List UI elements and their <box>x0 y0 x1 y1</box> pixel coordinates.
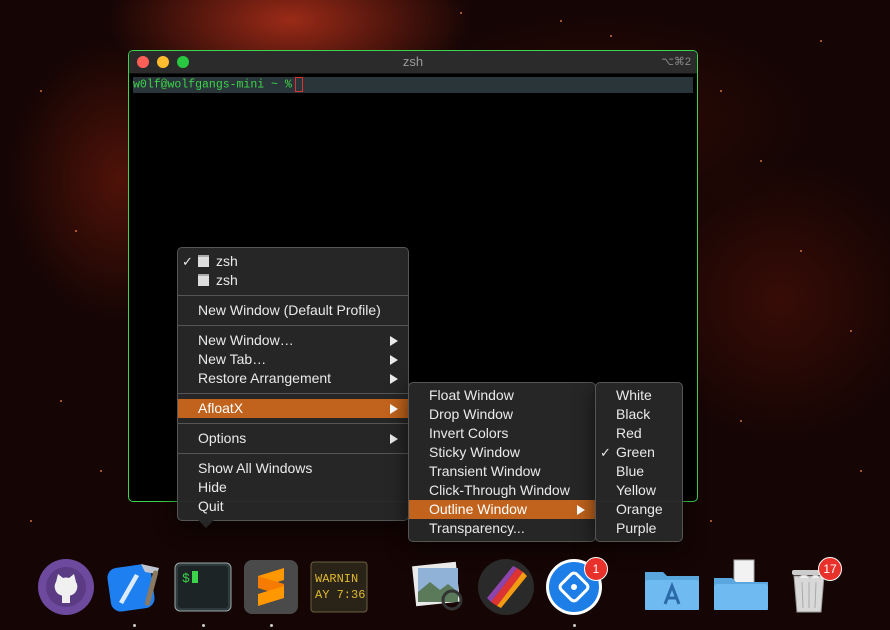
menu-item-color-black[interactable]: Black <box>596 405 682 424</box>
prompt-line[interactable]: w0lf@wolfgangs-mini ~ % <box>133 77 693 93</box>
preview-icon[interactable] <box>408 558 466 616</box>
submenu-arrow-icon <box>390 404 398 414</box>
menu-item-color-green[interactable]: ✓ Green <box>596 443 682 462</box>
menu-item-transient-window[interactable]: Transient Window <box>409 462 595 481</box>
menu-item-transparency[interactable]: Transparency... <box>409 519 595 538</box>
menu-item-color-purple[interactable]: Purple <box>596 519 682 538</box>
menu-item-show-all-windows[interactable]: Show All Windows <box>178 459 408 478</box>
terminal-icon[interactable]: $ <box>174 558 232 616</box>
title-bar[interactable]: zsh ⌥⌘2 <box>129 51 697 74</box>
submenu-arrow-icon <box>390 336 398 346</box>
menu-item-quit[interactable]: Quit <box>178 497 408 516</box>
window-icon <box>198 274 209 286</box>
menu-separator <box>178 423 408 424</box>
menu-separator <box>178 295 408 296</box>
window-shortcut: ⌥⌘2 <box>661 56 691 68</box>
menu-separator <box>178 393 408 394</box>
menu-item-afloatx[interactable]: AfloatX <box>178 399 408 418</box>
github-desktop-icon[interactable] <box>37 558 95 616</box>
checkmark-icon: ✓ <box>182 254 193 269</box>
menu-item-new-window-default[interactable]: New Window (Default Profile) <box>178 301 408 320</box>
menu-item-color-yellow[interactable]: Yellow <box>596 481 682 500</box>
running-indicator <box>202 624 205 627</box>
applications-folder-icon[interactable] <box>643 558 701 616</box>
submenu-arrow-icon <box>390 355 398 365</box>
menu-item-new-tab[interactable]: New Tab… <box>178 350 408 369</box>
notification-badge: 1 <box>584 557 608 581</box>
menu-separator <box>178 453 408 454</box>
dark-mode-icon[interactable] <box>477 558 535 616</box>
menu-item-sticky-window[interactable]: Sticky Window <box>409 443 595 462</box>
menu-item-hide[interactable]: Hide <box>178 478 408 497</box>
checkmark-icon: ✓ <box>600 445 611 460</box>
menu-item-window-zsh-1[interactable]: ✓ zsh <box>178 252 408 271</box>
menu-item-drop-window[interactable]: Drop Window <box>409 405 595 424</box>
outline-color-submenu: White Black Red ✓ Green Blue Yellow Orang… <box>595 382 683 542</box>
svg-text:$: $ <box>182 571 190 586</box>
menu-item-color-white[interactable]: White <box>596 386 682 405</box>
afloatx-submenu: Float Window Drop Window Invert Colors S… <box>408 382 596 542</box>
shell-prompt: w0lf@wolfgangs-mini ~ % <box>133 78 292 92</box>
menu-item-click-through-window[interactable]: Click-Through Window <box>409 481 595 500</box>
sublime-text-icon[interactable] <box>242 558 300 616</box>
menu-item-float-window[interactable]: Float Window <box>409 386 595 405</box>
console-icon[interactable]: WARNIN AY 7:36 <box>310 558 368 616</box>
submenu-arrow-icon <box>577 505 585 515</box>
menu-separator <box>178 325 408 326</box>
menu-item-restore-arrangement[interactable]: Restore Arrangement <box>178 369 408 388</box>
text-cursor <box>294 77 303 92</box>
console-text: WARNIN AY 7:36 <box>315 572 366 602</box>
running-indicator <box>270 624 273 627</box>
window-title: zsh <box>402 54 424 69</box>
submenu-arrow-icon <box>390 374 398 384</box>
menu-item-color-orange[interactable]: Orange <box>596 500 682 519</box>
menu-item-outline-window[interactable]: Outline Window <box>409 500 595 519</box>
running-indicator <box>573 624 576 627</box>
running-indicator <box>133 624 136 627</box>
menu-item-invert-colors[interactable]: Invert Colors <box>409 424 595 443</box>
menu-item-options[interactable]: Options <box>178 429 408 448</box>
submenu-arrow-icon <box>390 434 398 444</box>
downloads-folder-icon[interactable] <box>712 558 770 616</box>
menu-item-color-red[interactable]: Red <box>596 424 682 443</box>
window-icon <box>198 255 209 267</box>
menu-item-new-window[interactable]: New Window… <box>178 331 408 350</box>
menu-item-window-zsh-2[interactable]: zsh <box>178 271 408 290</box>
xcode-icon[interactable] <box>105 558 163 616</box>
dock-context-menu: ✓ zsh zsh New Window (Default Profile) N… <box>177 247 409 528</box>
notification-badge: 17 <box>818 557 842 581</box>
menu-item-color-blue[interactable]: Blue <box>596 462 682 481</box>
